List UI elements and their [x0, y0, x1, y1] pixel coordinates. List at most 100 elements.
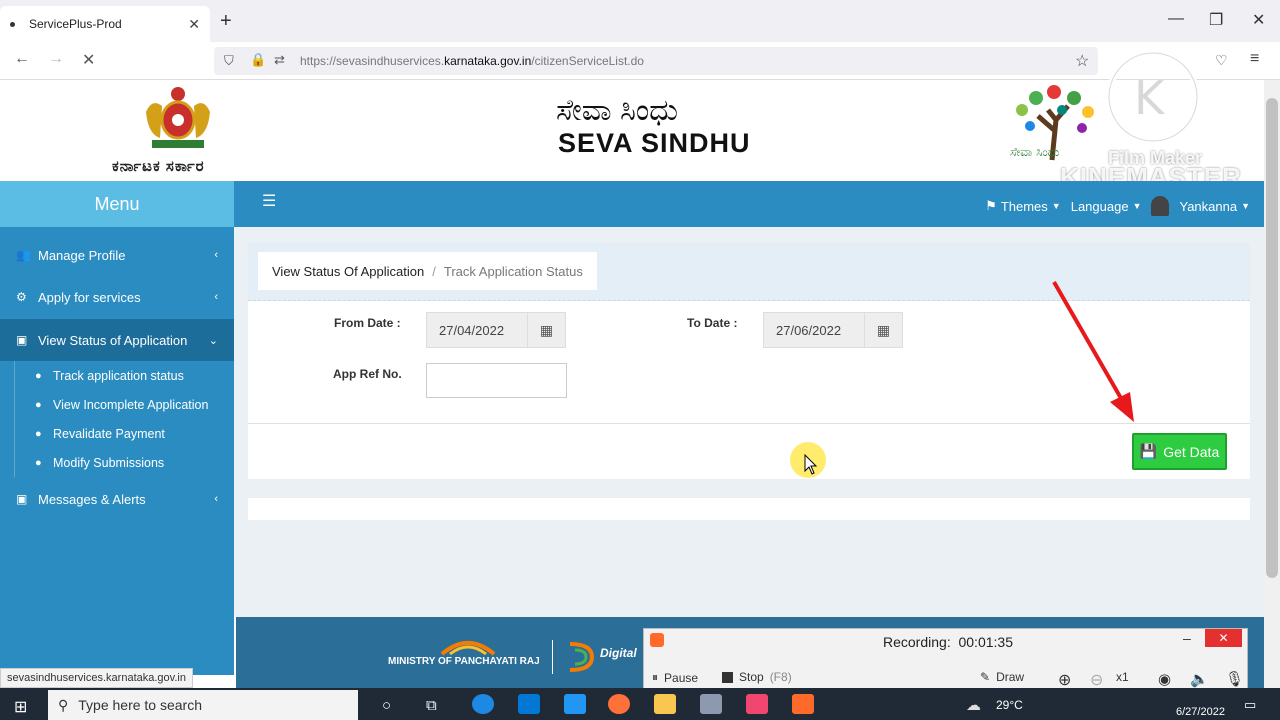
url-text: https://sevasindhuservices.karnataka.gov…: [300, 54, 644, 68]
sidebar-subitem-modify-submissions[interactable]: ● Modify Submissions: [14, 448, 234, 477]
recording-status: Recording: 00:01:35: [883, 634, 1013, 650]
scrollbar-thumb[interactable]: [1266, 98, 1278, 578]
footer-divider: [552, 640, 553, 674]
digital-india-text: Digital: [600, 646, 637, 660]
breadcrumb-view-status[interactable]: View Status Of Application: [272, 264, 424, 279]
taskbar-search-box[interactable]: ⚲ Type here to search: [48, 690, 358, 720]
draw-button[interactable]: ✎ Draw: [980, 670, 1024, 684]
language-dropdown[interactable]: Language ▼: [1071, 199, 1142, 214]
pencil-icon: ✎: [980, 670, 991, 684]
caret-down-icon: ▼: [1051, 201, 1061, 211]
lock-icon[interactable]: 🔒: [250, 52, 266, 68]
minimize-icon[interactable]: —: [1168, 10, 1184, 28]
temperature: 29°C: [996, 698, 1023, 712]
recorder-logo-icon: [650, 633, 664, 647]
mail-icon[interactable]: [564, 694, 586, 714]
sidebar-subitem-revalidate-payment[interactable]: ● Revalidate Payment: [14, 419, 234, 448]
permissions-icon[interactable]: ⇄: [274, 52, 285, 68]
tab-close-icon[interactable]: ✕: [188, 16, 200, 33]
app-ref-label: App Ref No.: [333, 367, 402, 381]
stop-icon: [722, 671, 733, 683]
circle-icon: ●: [35, 456, 42, 469]
tab-loading-icon: [10, 21, 15, 27]
status-url: sevasindhuservices.karnataka.gov.in: [0, 668, 193, 688]
to-date-value: 27/06/2022: [776, 322, 842, 338]
to-date-field[interactable]: 27/06/2022 ▦: [763, 312, 903, 348]
results-panel: [248, 498, 1250, 520]
sidebar-item-apply-services[interactable]: ⚙ Apply for services ‹: [0, 276, 234, 318]
from-date-field[interactable]: 27/04/2022 ▦: [426, 312, 566, 348]
user-avatar: [1151, 196, 1170, 216]
sidebar-subitem-track-status[interactable]: ● Track application status: [14, 361, 234, 390]
sidebar-subitem-view-incomplete[interactable]: ● View Incomplete Application: [14, 390, 234, 419]
speaker-icon[interactable]: 🔈: [1190, 670, 1209, 688]
cogs-icon: ⚙: [16, 290, 27, 304]
pause-icon: ⏸: [652, 670, 659, 684]
window-close-icon[interactable]: ✕: [1252, 10, 1265, 30]
hamburger-menu-icon[interactable]: ☰: [262, 191, 276, 211]
firefox-icon[interactable]: [608, 694, 630, 714]
circle-icon: ●: [35, 427, 42, 440]
comments-icon: ▣: [16, 492, 28, 506]
webcam-icon[interactable]: ◉: [1158, 670, 1171, 688]
edge-icon[interactable]: [472, 694, 494, 714]
user-dropdown[interactable]: Yankanna ▼: [1151, 196, 1250, 216]
sidebar-item-view-status[interactable]: ▣ View Status of Application ⌄: [0, 319, 234, 361]
forward-icon[interactable]: →: [48, 50, 64, 68]
browser-menu-icon[interactable]: ≡: [1250, 50, 1259, 68]
zoom-level: x1: [1116, 670, 1129, 684]
digital-india-logo: [569, 642, 595, 672]
seva-sindhu-kannada-title: ಸೇವಾ ಸಿಂಧು: [556, 94, 679, 127]
breadcrumb-track-status: Track Application Status: [443, 263, 583, 279]
maximize-icon[interactable]: ❐: [1209, 10, 1223, 30]
browser-tab[interactable]: ServicePlus-Prod ✕: [0, 6, 210, 42]
pocket-icon[interactable]: ♡: [1215, 52, 1228, 69]
get-data-button[interactable]: 💾 Get Data: [1132, 433, 1227, 470]
new-tab-icon[interactable]: +: [220, 10, 232, 33]
recorder-taskbar-icon[interactable]: [792, 694, 814, 714]
notification-icon[interactable]: ▭: [1244, 697, 1256, 713]
bookmark-star-icon[interactable]: ☆: [1075, 51, 1089, 71]
taskbar-date: 6/27/2022: [1176, 706, 1225, 718]
chevron-left-icon: ‹: [214, 493, 218, 505]
app-icon[interactable]: [746, 694, 768, 714]
karnataka-emblem-logo: [146, 87, 210, 148]
shield-icon[interactable]: ⛉: [224, 53, 234, 69]
recording-time: 00:01:35: [958, 634, 1013, 650]
mouse-cursor-icon: [804, 454, 818, 475]
app-icon[interactable]: [700, 694, 722, 714]
recorder-close-icon[interactable]: ✕: [1205, 629, 1242, 647]
weather-icon: ☁: [966, 697, 981, 714]
calendar-icon[interactable]: ▦: [864, 313, 902, 347]
recorder-minimize-icon[interactable]: –: [1183, 630, 1191, 646]
svg-text:K: K: [1134, 71, 1166, 125]
seva-sindhu-tree-logo: ಸೇವಾ ಸಿಂಧು: [1010, 85, 1094, 161]
caret-down-icon: ▼: [1132, 201, 1142, 211]
pause-button[interactable]: ⏸ Pause: [652, 670, 698, 685]
stop-button[interactable]: Stop (F8): [722, 670, 792, 684]
chevron-left-icon: ‹: [214, 291, 218, 303]
chevron-down-icon: ⌄: [208, 334, 218, 347]
panchayati-raj-logo: [440, 641, 496, 656]
sidebar-item-manage-profile[interactable]: 👥 Manage Profile ‹: [0, 234, 234, 276]
zoom-out-icon[interactable]: ⊖: [1090, 670, 1103, 690]
store-icon[interactable]: [518, 694, 540, 714]
microphone-icon[interactable]: 🎙: [1225, 670, 1244, 688]
menu-title: Menu: [0, 181, 234, 227]
stop-loading-icon[interactable]: ✕: [82, 50, 95, 70]
file-explorer-icon[interactable]: [654, 694, 676, 714]
sidebar-item-messages-alerts[interactable]: ▣ Messages & Alerts ‹: [0, 478, 234, 520]
windows-start-icon[interactable]: ⊞: [14, 697, 27, 717]
themes-dropdown[interactable]: ⚑ Themes ▼: [985, 198, 1061, 214]
task-view-icon[interactable]: ⧉: [426, 697, 437, 714]
tab-title: ServicePlus-Prod: [29, 17, 122, 31]
list-alt-icon: ▣: [16, 333, 28, 347]
calendar-icon[interactable]: ▦: [527, 313, 565, 347]
app-ref-input[interactable]: [426, 363, 567, 398]
svg-text:ಸೇವಾ ಸಿಂಧು: ಸೇವಾ ಸಿಂಧು: [1010, 145, 1060, 159]
back-icon[interactable]: ←: [14, 50, 30, 68]
flag-icon: ⚑: [985, 198, 997, 213]
ministry-text: MINISTRY OF PANCHAYATI RAJ: [388, 656, 540, 667]
cortana-icon[interactable]: ○: [382, 697, 391, 714]
zoom-in-icon[interactable]: ⊕: [1058, 670, 1071, 690]
